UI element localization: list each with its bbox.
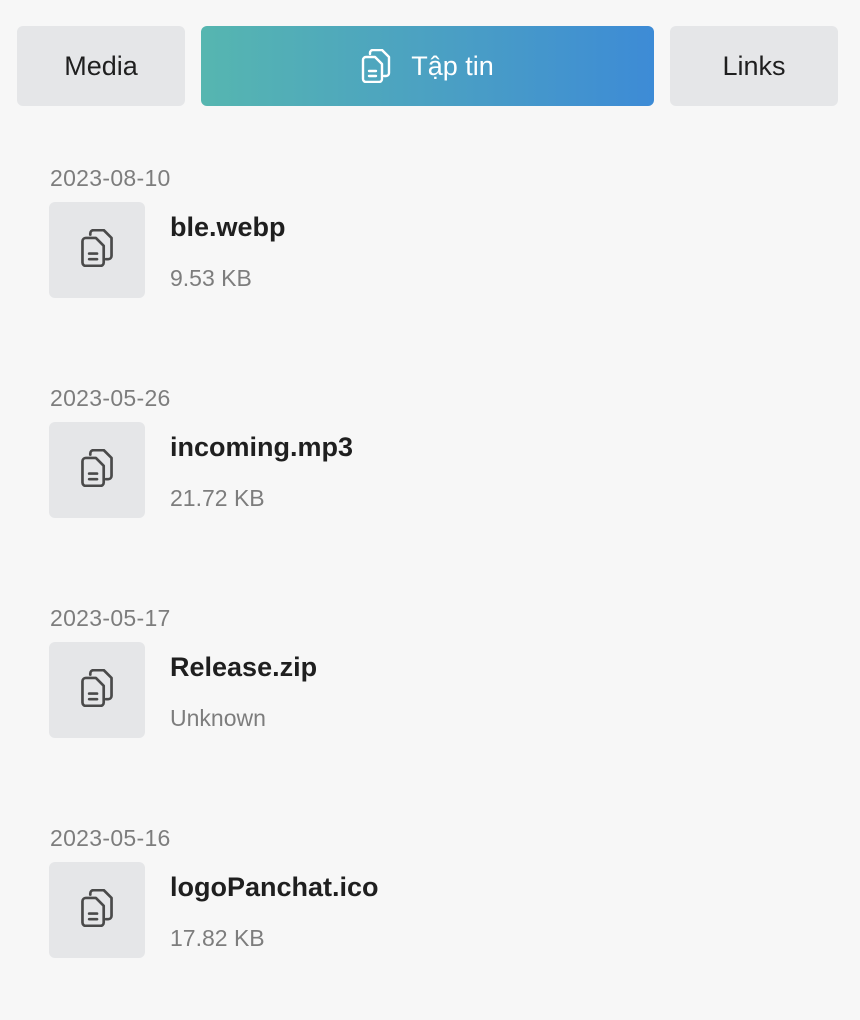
- group-date: 2023-05-17: [50, 605, 171, 631]
- file-item[interactable]: ble.webp 9.53 KB: [49, 202, 809, 298]
- group-date: 2023-08-10: [50, 165, 171, 191]
- file-size: 17.82 KB: [170, 925, 265, 951]
- file-item[interactable]: Release.zip Unknown: [49, 642, 809, 738]
- tab-bar: Media Tập tin Links: [17, 26, 838, 106]
- file-item[interactable]: logoPanchat.ico 17.82 KB: [49, 862, 809, 958]
- tab-links[interactable]: Links: [670, 26, 838, 106]
- group-date: 2023-05-26: [50, 385, 171, 411]
- tab-media-label: Media: [64, 50, 138, 81]
- file-thumbnail: [49, 642, 145, 738]
- file-size: Unknown: [170, 705, 266, 731]
- file-copy-icon: [80, 888, 114, 932]
- file-size: 21.72 KB: [170, 485, 265, 511]
- file-copy-icon: [361, 49, 391, 83]
- group-date: 2023-05-16: [50, 825, 171, 851]
- file-thumbnail: [49, 422, 145, 518]
- file-name: incoming.mp3: [170, 432, 354, 462]
- tab-media[interactable]: Media: [17, 26, 185, 106]
- file-thumbnail: [49, 862, 145, 958]
- file-name: Release.zip: [170, 652, 318, 682]
- file-size: 9.53 KB: [170, 265, 252, 291]
- file-thumbnail: [49, 202, 145, 298]
- tab-links-label: Links: [722, 50, 786, 81]
- file-copy-icon: [80, 668, 114, 712]
- file-copy-icon: [80, 448, 114, 492]
- file-list-panel: Media Tập tin Links 2023-08-10 ble.webp …: [0, 0, 860, 1020]
- tab-files[interactable]: Tập tin: [201, 26, 654, 106]
- file-name: logoPanchat.ico: [170, 872, 379, 902]
- file-copy-icon: [80, 228, 114, 272]
- tab-files-label: Tập tin: [411, 50, 494, 81]
- file-item[interactable]: incoming.mp3 21.72 KB: [49, 422, 809, 518]
- file-name: ble.webp: [170, 212, 286, 242]
